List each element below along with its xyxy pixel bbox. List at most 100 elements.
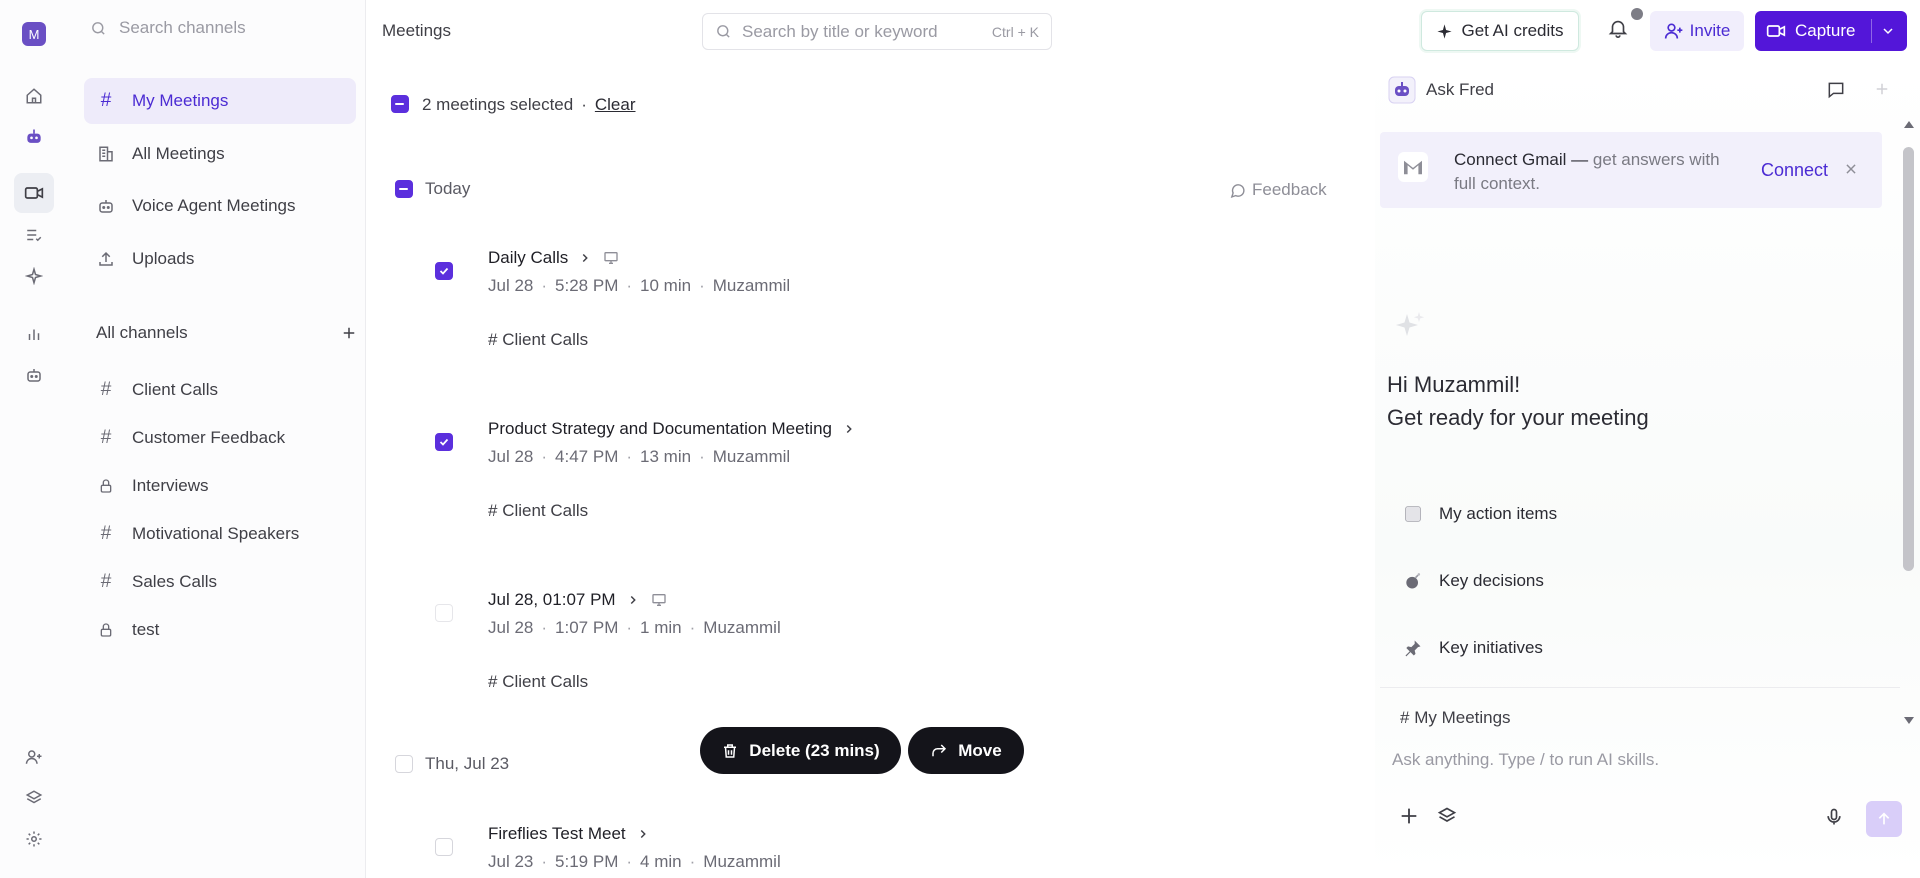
plus-icon[interactable] [1398, 805, 1420, 827]
meeting-checkbox[interactable] [435, 604, 453, 622]
add-user-icon[interactable] [14, 737, 54, 777]
selection-summary: 2 meetings selected · Clear [422, 95, 636, 115]
channel-item-client-calls[interactable]: # Client Calls [84, 367, 356, 413]
agent-icon[interactable] [14, 355, 54, 395]
meeting-title[interactable]: Fireflies Test Meet [488, 824, 650, 844]
meeting-owner: Muzammil [712, 276, 791, 295]
meeting-meta: Jul 23 · 5:19 PM · 4 min · Muzammil [488, 852, 781, 871]
home-icon[interactable] [14, 76, 54, 116]
analytics-icon[interactable] [14, 314, 54, 354]
sidebar-item-uploads[interactable]: Uploads [84, 236, 356, 282]
meeting-title[interactable]: Product Strategy and Documentation Meeti… [488, 419, 856, 439]
meeting-checkbox[interactable] [435, 838, 453, 856]
channel-item-interviews[interactable]: Interviews [84, 463, 356, 509]
panel-title: Ask Fred [1426, 80, 1495, 99]
meeting-checkbox[interactable] [435, 262, 453, 280]
chevron-right-icon [630, 595, 636, 605]
microphone-icon[interactable] [1824, 806, 1844, 828]
chevron-down-icon[interactable] [1880, 23, 1896, 39]
lock-icon [96, 477, 116, 495]
send-button[interactable] [1866, 801, 1902, 837]
clear-selection-link[interactable]: Clear [595, 95, 636, 115]
suggestion-key-initiatives[interactable]: Key initiatives [1403, 638, 1543, 658]
search-shortcut: Ctrl + K [991, 23, 1039, 40]
notifications-icon[interactable] [1607, 16, 1629, 40]
composer-channel-chip[interactable]: # My Meetings [1400, 708, 1511, 728]
bot-icon[interactable] [14, 117, 54, 157]
meeting-owner: Muzammil [703, 852, 781, 871]
hash-icon: # [100, 523, 112, 544]
sidebar-item-my-meetings[interactable]: # My Meetings [84, 78, 356, 124]
channel-search-placeholder: Search channels [119, 18, 246, 37]
meeting-channel-tag[interactable]: # Client Calls [488, 501, 588, 521]
channel-item-motivational-speakers[interactable]: # Motivational Speakers [84, 511, 356, 557]
channel-search-input[interactable]: Search channels [90, 18, 246, 38]
meeting-duration: 13 min [640, 447, 692, 466]
capture-button[interactable]: Capture [1755, 11, 1907, 51]
upload-icon [96, 250, 116, 268]
channel-item-sales-calls[interactable]: # Sales Calls [84, 559, 356, 605]
notification-badge [1631, 8, 1643, 20]
chat-input[interactable]: Ask anything. Type / to run AI skills. [1392, 750, 1659, 770]
hash-icon: # [100, 571, 112, 592]
sidebar-item-voice-agent-meetings[interactable]: Voice Agent Meetings [84, 183, 356, 229]
move-button[interactable]: Move [908, 727, 1024, 774]
meeting-title[interactable]: Jul 28, 01:07 PM [488, 590, 668, 610]
delete-button[interactable]: Delete (23 mins) [700, 727, 901, 774]
feedback-button[interactable]: Feedback [1229, 180, 1327, 200]
channel-item-customer-feedback[interactable]: # Customer Feedback [84, 415, 356, 461]
select-all-checkbox[interactable] [391, 95, 409, 113]
meeting-duration: 1 min [640, 618, 682, 637]
hash-icon: # [1400, 708, 1415, 727]
meeting-channel-tag[interactable]: # Client Calls [488, 330, 588, 350]
video-icon[interactable] [14, 173, 54, 213]
meeting-title-text: Daily Calls [488, 248, 569, 267]
capture-divider [1871, 19, 1872, 43]
invite-button[interactable]: Invite [1650, 11, 1744, 51]
meeting-channel-tag[interactable]: # Client Calls [488, 672, 588, 692]
hash-icon: # [488, 672, 503, 691]
chat-history-icon[interactable] [1825, 80, 1847, 100]
video-icon [1766, 25, 1786, 37]
meeting-title[interactable]: Daily Calls [488, 248, 620, 268]
meeting-channel-label: Client Calls [502, 672, 589, 691]
sidebar-item-label: Uploads [132, 249, 195, 268]
delete-label: Delete (23 mins) [749, 740, 880, 760]
fred-bot-icon [1388, 76, 1416, 104]
feedback-label: Feedback [1252, 180, 1327, 199]
ask-fred-panel: Ask Fred Connect Gmail — get answers wit… [1375, 62, 1920, 878]
hash-icon: # [488, 330, 503, 349]
new-chat-icon[interactable] [1873, 80, 1891, 98]
sidebar-item-all-meetings[interactable]: All Meetings [84, 131, 356, 177]
meeting-date: Jul 28 [488, 618, 534, 637]
suggestion-my-action-items[interactable]: My action items [1403, 504, 1557, 524]
layers-icon[interactable] [1437, 806, 1457, 826]
suggestion-key-decisions[interactable]: Key decisions [1403, 571, 1544, 591]
workspace-avatar[interactable]: M [22, 22, 46, 46]
group-label-today: Today [425, 179, 471, 198]
group-checkbox-today[interactable] [395, 180, 413, 198]
get-ai-credits-button[interactable]: Get AI credits [1421, 11, 1579, 51]
settings-icon[interactable] [14, 819, 54, 859]
chevron-right-icon [583, 253, 589, 263]
meeting-search-input[interactable]: Search by title or keyword Ctrl + K [702, 13, 1052, 50]
breadcrumb: Meetings [382, 21, 451, 40]
gmail-banner-title: Connect Gmail — [1454, 150, 1589, 169]
sparkle-icon[interactable] [14, 256, 54, 296]
tasks-icon[interactable] [14, 215, 54, 255]
add-channel-icon[interactable] [340, 324, 358, 342]
layers-icon[interactable] [14, 778, 54, 818]
meeting-meta: Jul 28 · 1:07 PM · 1 min · Muzammil [488, 618, 781, 637]
scrollbar-thumb[interactable] [1903, 147, 1914, 571]
search-icon [717, 25, 730, 38]
group-checkbox-thu[interactable] [395, 755, 413, 773]
meeting-meta: Jul 28 · 4:47 PM · 13 min · Muzammil [488, 447, 791, 466]
selection-count: 2 meetings selected [422, 95, 574, 114]
close-icon[interactable] [1844, 162, 1858, 176]
meeting-time: 5:19 PM [555, 852, 619, 871]
meeting-checkbox[interactable] [435, 433, 453, 451]
connect-gmail-button[interactable]: Connect [1761, 160, 1828, 181]
building-icon [96, 145, 116, 163]
greeting-line-1: Hi Muzammil! [1387, 372, 1521, 397]
channel-item-test[interactable]: test [84, 607, 356, 653]
